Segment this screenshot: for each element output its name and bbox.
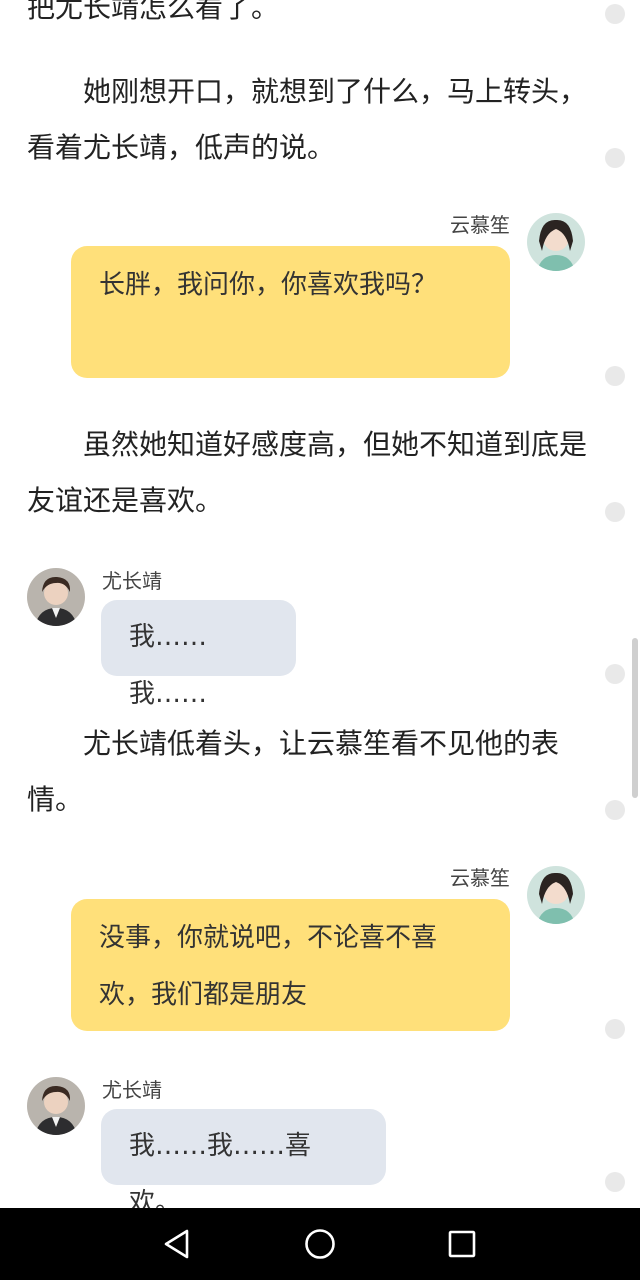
story-paragraph: 尤长靖低着头，让云慕笙看不见他的表情。: [27, 727, 560, 816]
triangle-back-icon: [164, 1229, 189, 1259]
reader-content[interactable]: 把尤长靖怎么看了。 她刚想开口，就想到了什么，马上转头，看着尤长靖，低声的说。 …: [0, 0, 640, 1208]
speaker-name: 尤长靖: [102, 1078, 162, 1102]
paragraph-comment-dot[interactable]: [605, 4, 625, 24]
circle-home-icon: [305, 1229, 335, 1259]
paragraph-comment-dot[interactable]: [605, 502, 625, 522]
message-bubble: 我……我……喜欢。: [101, 1109, 386, 1208]
speaker-name: 尤长靖: [102, 569, 162, 593]
message-bubble: 没事，你就说吧，不论喜不喜欢，我们都是朋友: [71, 899, 510, 1031]
speaker-name: 云慕笙: [450, 866, 510, 890]
avatar-yun-musheng[interactable]: [527, 866, 585, 924]
story-paragraph: 她刚想开口，就想到了什么，马上转头，看着尤长靖，低声的说。: [27, 75, 588, 164]
back-button[interactable]: [160, 1226, 196, 1262]
paragraph-comment-dot[interactable]: [605, 664, 625, 684]
message-bubble: 我……我……: [101, 600, 296, 709]
paragraph-comment-dot[interactable]: [605, 1019, 625, 1039]
navigation-bar: [0, 1208, 640, 1280]
avatar-you-changjing[interactable]: [27, 568, 85, 626]
story-paragraph: 虽然她知道好感度高，但她不知道到底是友谊还是喜欢。: [27, 428, 588, 517]
home-button[interactable]: [302, 1226, 338, 1262]
paragraph-comment-dot[interactable]: [605, 1172, 625, 1192]
recents-button[interactable]: [444, 1226, 480, 1262]
speaker-name: 云慕笙: [450, 213, 510, 237]
paragraph-comment-dot[interactable]: [605, 366, 625, 386]
avatar-yun-musheng[interactable]: [527, 213, 585, 271]
avatar-you-changjing[interactable]: [27, 1077, 85, 1135]
paragraph-comment-dot[interactable]: [605, 800, 625, 820]
scrollbar[interactable]: [632, 638, 638, 798]
square-recents-icon: [448, 1230, 476, 1258]
message-bubble: 长胖，我问你，你喜欢我吗？: [71, 246, 510, 378]
story-paragraph: 把尤长靖怎么看了。: [27, 0, 280, 24]
paragraph-comment-dot[interactable]: [605, 148, 625, 168]
